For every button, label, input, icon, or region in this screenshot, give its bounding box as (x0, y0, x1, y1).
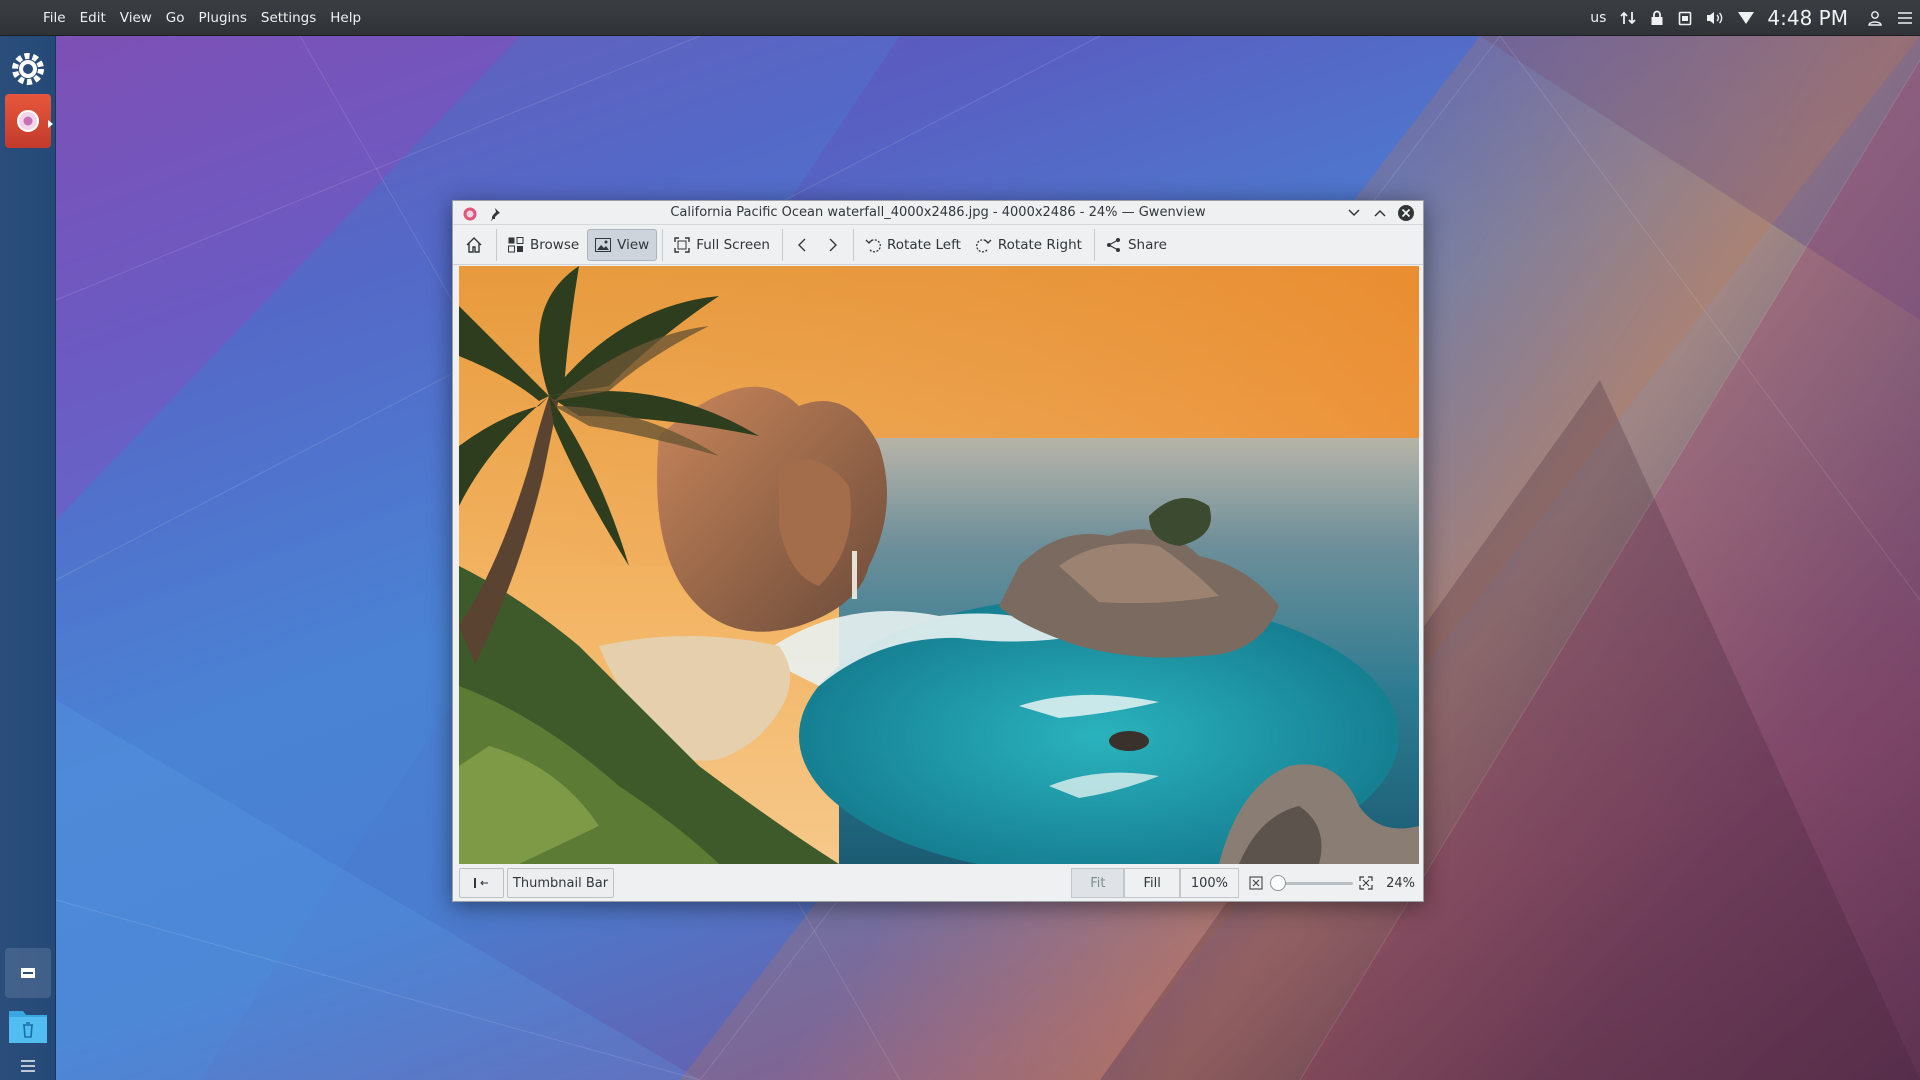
menu-help[interactable]: Help (323, 0, 368, 36)
menu-plugins[interactable]: Plugins (192, 0, 254, 36)
next-button[interactable] (818, 229, 848, 261)
browse-label: Browse (530, 236, 580, 253)
zoom-slider[interactable] (1269, 873, 1353, 893)
rotate-left-button[interactable]: Rotate Left (858, 229, 968, 261)
clock[interactable]: 4:48 PM (1767, 6, 1848, 30)
system-tray: us 4:48 PM (1583, 0, 1920, 36)
full-screen-button[interactable]: Full Screen (667, 229, 777, 261)
separator (662, 228, 664, 261)
network-icon[interactable] (1620, 10, 1637, 26)
settings-icon[interactable] (5, 44, 51, 94)
sidebar-toggle-icon (473, 878, 488, 888)
menu-go[interactable]: Go (159, 0, 192, 36)
rotate-right-icon (975, 237, 992, 253)
lock-icon[interactable] (1650, 10, 1664, 26)
home-icon (466, 236, 482, 253)
trash-folder-icon[interactable] (5, 1000, 51, 1050)
chevron-left-icon (798, 238, 806, 251)
menu-view[interactable]: View (113, 0, 159, 36)
full-screen-label: Full Screen (696, 236, 770, 253)
rotate-right-button[interactable]: Rotate Right (969, 229, 1089, 261)
rotate-left-icon (865, 237, 881, 253)
zoom-slider-track (1275, 882, 1353, 885)
maximize-button[interactable] (1371, 204, 1389, 222)
keyboard-layout[interactable]: us (1590, 10, 1606, 26)
zoom-out-icon[interactable] (1249, 876, 1263, 890)
active-indicator (48, 120, 53, 128)
home-button[interactable] (457, 229, 491, 261)
toggle-sidebar-button[interactable] (459, 868, 504, 898)
window-title: California Pacific Ocean waterfall_4000x… (670, 204, 1206, 220)
thumbnail-bar-button[interactable]: Thumbnail Bar (507, 868, 614, 898)
zoom-value: 24% (1386, 875, 1415, 891)
clipboard-icon[interactable] (1678, 10, 1692, 26)
user-icon[interactable] (1867, 10, 1883, 26)
image-icon (595, 237, 612, 253)
terminal-icon[interactable] (5, 948, 51, 998)
volume-icon[interactable] (1706, 10, 1724, 26)
browse-button[interactable]: Browse (501, 229, 586, 261)
chevron-right-icon (829, 238, 837, 251)
separator (782, 228, 783, 261)
view-label: View (617, 236, 650, 253)
image-viewer[interactable] (459, 266, 1419, 864)
dock (0, 36, 56, 1080)
zoom-fit-button[interactable]: Fit (1071, 868, 1125, 898)
minimize-button[interactable] (1345, 204, 1363, 222)
grid-icon (508, 236, 524, 253)
top-panel: File Edit View Go Plugins Settings Help … (0, 0, 1920, 36)
menu-edit[interactable]: Edit (73, 0, 113, 36)
zoom-controls: Fit Fill 100% 24% (1071, 868, 1415, 898)
close-button[interactable] (1397, 204, 1415, 222)
wifi-icon[interactable] (1738, 11, 1755, 25)
zoom-in-icon[interactable] (1359, 876, 1373, 890)
fullscreen-icon (674, 236, 690, 253)
rotate-right-label: Rotate Right (997, 236, 1082, 253)
zoom-fill-button[interactable]: Fill (1124, 868, 1180, 898)
share-icon (1106, 237, 1122, 253)
status-bar: Thumbnail Bar Fit Fill 100% 24% (453, 865, 1423, 901)
global-menu: File Edit View Go Plugins Settings Help (36, 0, 368, 36)
separator (853, 228, 854, 261)
zoom-slider-knob[interactable] (1270, 875, 1286, 891)
rotate-left-label: Rotate Left (887, 236, 961, 253)
share-button[interactable]: Share (1099, 229, 1174, 261)
previous-button[interactable] (787, 229, 817, 261)
separator (1093, 228, 1095, 261)
menu-settings[interactable]: Settings (254, 0, 323, 36)
titlebar[interactable]: California Pacific Ocean waterfall_4000x… (453, 201, 1423, 225)
share-label: Share (1127, 236, 1167, 253)
zoom-100-button[interactable]: 100% (1179, 868, 1239, 898)
photo (459, 266, 1419, 864)
separator (496, 228, 497, 261)
menu-file[interactable]: File (36, 0, 73, 36)
view-button[interactable]: View (587, 228, 658, 261)
gwenview-app-icon[interactable] (5, 94, 51, 148)
menu-icon[interactable] (1897, 11, 1913, 25)
main-toolbar: Browse View Full Screen Rotate Left Rota… (453, 225, 1423, 265)
menu-icon[interactable] (5, 1052, 51, 1080)
gwenview-window: California Pacific Ocean waterfall_4000x… (452, 200, 1424, 902)
